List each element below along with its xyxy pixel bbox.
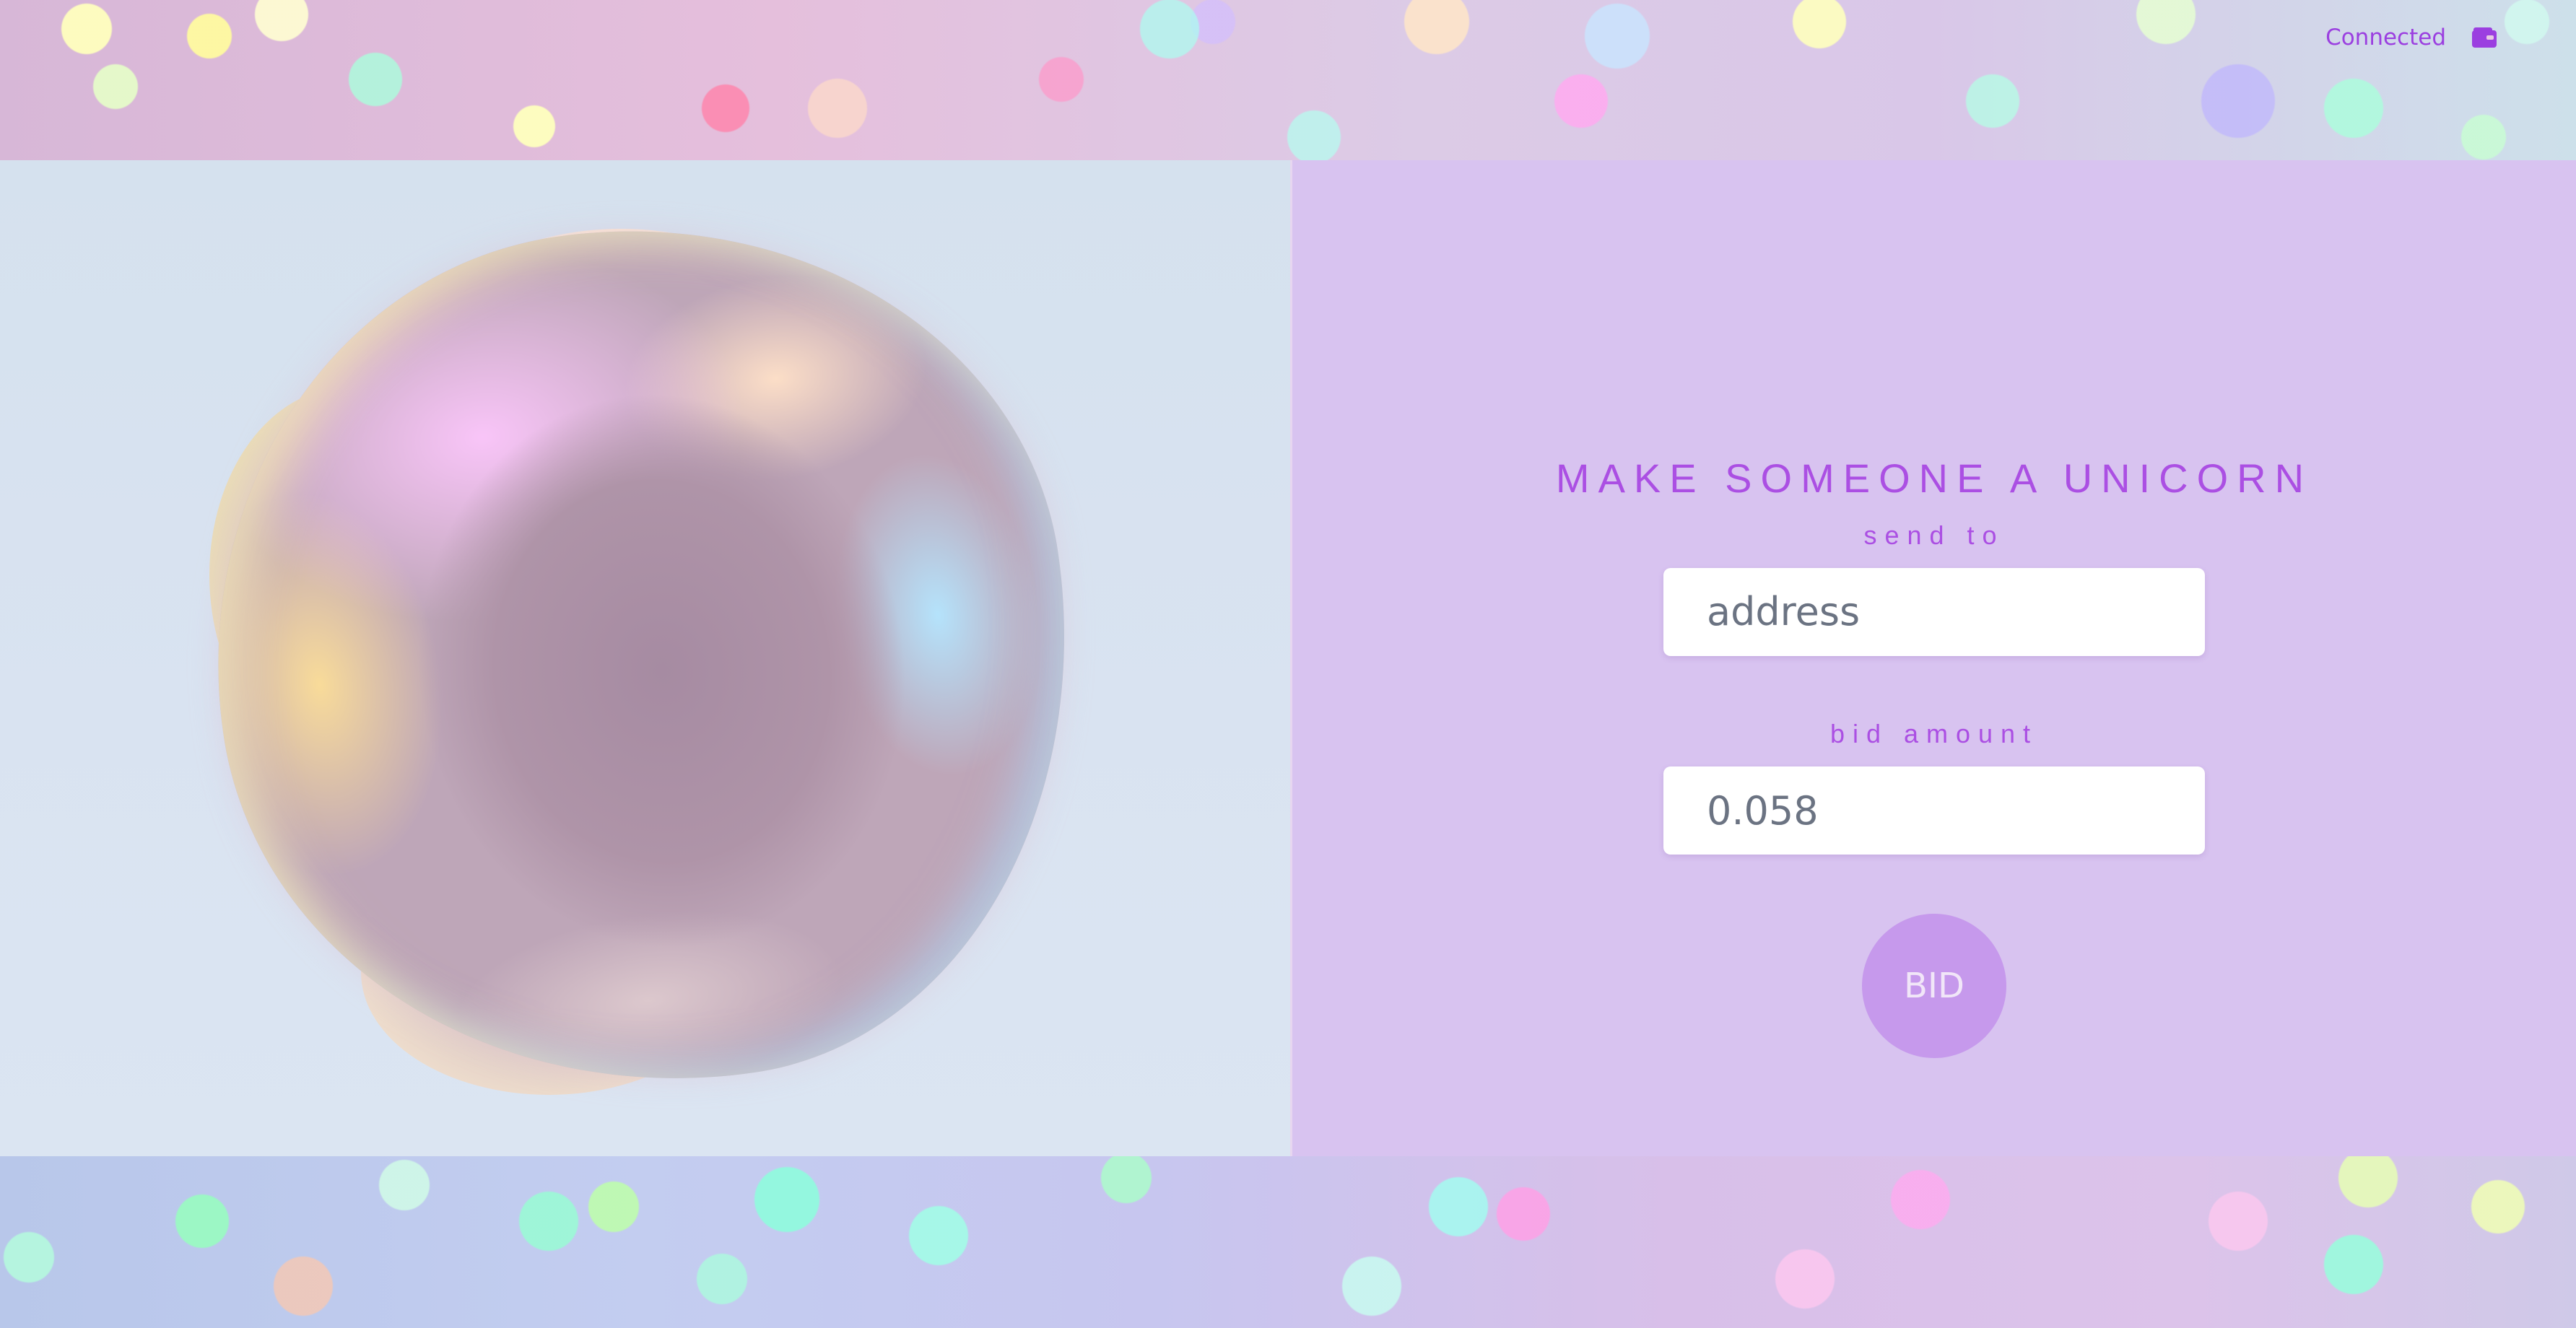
connection-status-text: Connected <box>2325 25 2446 51</box>
bid-form: MAKE SOMEONE A UNICORN send to address b… <box>1292 453 2576 1059</box>
wallet-status[interactable]: Connected <box>2325 25 2497 51</box>
bid-amount-input[interactable]: 0.058 <box>1663 766 2205 855</box>
glitter-banner-bottom <box>0 1156 2576 1328</box>
page-title: MAKE SOMEONE A UNICORN <box>1555 455 2313 501</box>
address-input[interactable]: address <box>1663 567 2205 656</box>
main-content: MAKE SOMEONE A UNICORN send to address b… <box>0 160 2576 1156</box>
iridescent-blob-artwork <box>161 173 1124 1140</box>
artwork-panel <box>0 160 1290 1156</box>
bid-form-panel: MAKE SOMEONE A UNICORN send to address b… <box>1292 160 2576 1156</box>
bid-amount-label: bid amount <box>1829 718 2039 748</box>
glitter-banner-top <box>0 0 2576 160</box>
send-to-label: send to <box>1863 520 2005 550</box>
wallet-icon[interactable] <box>2472 27 2497 48</box>
bid-button[interactable]: BID <box>1862 914 2006 1059</box>
